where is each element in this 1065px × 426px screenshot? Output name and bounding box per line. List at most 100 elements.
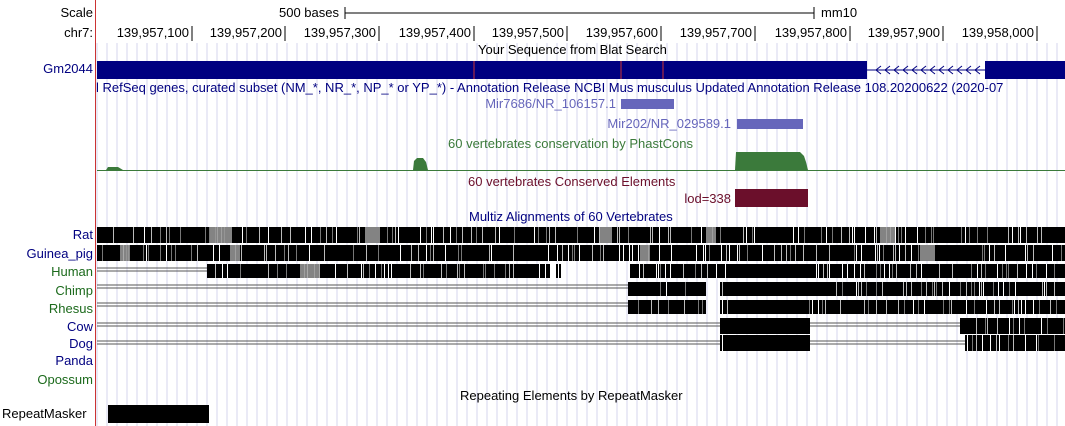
alignment-mismatch	[904, 300, 905, 314]
alignment-mismatch	[868, 300, 869, 314]
alignment-mismatch	[222, 264, 223, 278]
alignment-mismatch	[398, 227, 399, 243]
alignment-mismatch	[191, 245, 192, 261]
alignment-mismatch	[577, 227, 578, 243]
alignment-mismatch	[433, 227, 434, 243]
alignment-mismatch	[643, 264, 644, 278]
alignment-mismatch	[456, 227, 457, 243]
alignment-mismatch	[197, 245, 198, 261]
alignment-mismatch	[892, 264, 893, 278]
alignment-mismatch	[683, 264, 684, 278]
ruler-tick-label: 139,958,000	[961, 25, 1034, 40]
scale-label: Scale	[60, 5, 93, 20]
alignment-mismatch	[818, 300, 819, 314]
alignment-block	[207, 264, 550, 278]
alignment-mismatch	[821, 227, 822, 243]
blat-item-label[interactable]: Gm2044	[0, 61, 93, 77]
alignment-mismatch	[1054, 282, 1055, 296]
genome-browser-image[interactable]: Scale chr7: 500 bases mm10 139,957,100 13…	[0, 0, 1065, 426]
alignment-mismatch	[572, 245, 573, 261]
repeatmasker-label[interactable]: RepeatMasker	[2, 406, 87, 422]
alignment-mismatch	[288, 245, 289, 261]
refseq-item-label-mir7686[interactable]: Mir7686/NR_106157.1	[400, 96, 616, 112]
alignment-mismatch	[213, 245, 214, 261]
alignment-mismatch	[1047, 318, 1048, 334]
alignment-mismatch	[366, 245, 367, 261]
alignment-mismatch	[1013, 318, 1014, 334]
alignment-mismatch	[464, 264, 465, 278]
alignment-mismatch	[336, 227, 337, 243]
alignment-mismatch	[720, 227, 721, 243]
alignment-mismatch	[574, 245, 575, 261]
alignment-mismatch	[600, 245, 601, 261]
alignment-mismatch	[1041, 318, 1042, 334]
alignment-mismatch	[483, 264, 484, 278]
alignment-mismatch	[905, 245, 906, 261]
alignment-mismatch	[658, 264, 659, 278]
alignment-mismatch	[1020, 227, 1021, 243]
alignment-mismatch	[670, 264, 671, 278]
alignment-mismatch	[966, 282, 967, 296]
alignment-mismatch	[826, 227, 827, 243]
alignment-core-block	[732, 318, 808, 334]
species-label[interactable]: Opossum	[0, 372, 93, 388]
alignment-mismatch	[854, 245, 855, 261]
alignment-mismatch	[722, 282, 723, 296]
alignment-gray-zone	[120, 245, 130, 261]
ruler-tick-label: 139,957,200	[209, 25, 282, 40]
species-label[interactable]: Human	[0, 264, 93, 280]
alignment-mismatch	[925, 227, 926, 243]
species-label[interactable]: Dog	[0, 336, 93, 352]
species-label[interactable]: Rat	[0, 227, 93, 243]
alignment-gray-zone	[600, 227, 612, 243]
alignment-mismatch	[259, 227, 260, 243]
alignment-mismatch	[752, 227, 753, 243]
alignment-mismatch	[215, 264, 216, 278]
species-label[interactable]: Cow	[0, 319, 93, 335]
alignment-mismatch	[545, 264, 546, 278]
species-label[interactable]: Rhesus	[0, 301, 93, 317]
blat-track-title: Your Sequence from Blat Search	[478, 42, 667, 57]
alignment-mismatch	[840, 300, 841, 314]
alignment-mismatch	[836, 282, 837, 296]
alignment-mismatch	[934, 282, 935, 296]
ruler-tick-label: 139,957,400	[398, 25, 471, 40]
alignment-mismatch	[977, 227, 978, 243]
alignment-mismatch	[443, 227, 444, 243]
alignment-mismatch	[691, 227, 692, 243]
alignment-gray-zone	[210, 227, 232, 243]
species-label[interactable]: Panda	[0, 353, 93, 369]
alignment-mismatch	[242, 227, 243, 243]
alignment-mismatch	[976, 335, 977, 351]
alignment-mismatch	[856, 282, 857, 296]
refseq-feature-mir202	[737, 119, 803, 129]
alignment-mismatch	[495, 227, 496, 243]
alignment-mismatch	[666, 282, 667, 296]
alignment-mismatch	[858, 282, 859, 296]
alignment-mismatch	[113, 227, 114, 243]
refseq-item-label-mir202[interactable]: Mir202/NR_029589.1	[500, 116, 731, 132]
alignment-mismatch	[716, 264, 717, 278]
alignment-mismatch	[816, 245, 817, 261]
species-label[interactable]: Guinea_pig	[0, 246, 94, 262]
alignment-mismatch	[639, 264, 640, 278]
alignment-mismatch	[650, 227, 651, 243]
alignment-block	[97, 245, 1065, 261]
alignment-mismatch	[864, 300, 865, 314]
alignment-gray-zone	[880, 227, 895, 243]
alignment-mismatch	[1024, 318, 1025, 334]
alignment-mismatch	[917, 227, 918, 243]
blat-block	[97, 61, 867, 79]
alignment-mismatch	[594, 227, 595, 243]
alignment-mismatch	[999, 300, 1000, 314]
alignment-mismatch	[671, 245, 672, 261]
alignment-mismatch	[548, 245, 549, 261]
alignment-mismatch	[619, 245, 620, 261]
alignment-mismatch	[353, 245, 354, 261]
alignment-mismatch	[499, 227, 500, 243]
alignment-mismatch	[431, 227, 432, 243]
alignment-mismatch	[809, 300, 810, 314]
conserved-element-label[interactable]: lod=338	[600, 191, 731, 207]
alignment-mismatch	[1038, 335, 1039, 351]
species-label[interactable]: Chimp	[0, 283, 93, 299]
